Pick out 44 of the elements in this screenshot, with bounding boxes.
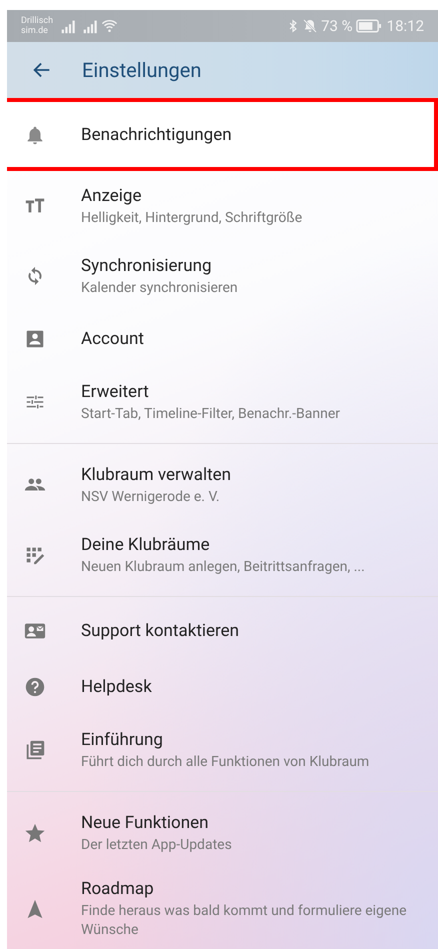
- settings-item[interactable]: Erweitert Start-Tab, Timeline-Filter, Benachr.-Banner: [7, 367, 438, 437]
- item-title: Helpdesk: [81, 676, 152, 698]
- item-title: Neue Funktionen: [81, 812, 210, 834]
- help-icon: [24, 676, 46, 698]
- account-box-icon: [24, 328, 46, 350]
- item-title: Klubraum verwalten: [81, 464, 232, 486]
- item-subtitle: NSV Wernigerode e. V.: [81, 488, 221, 506]
- settings-item[interactable]: Support kontaktieren: [7, 603, 438, 659]
- library-books-icon: [24, 739, 46, 761]
- settings-item[interactable]: Helpdesk: [7, 659, 438, 715]
- muted-bell-icon: [302, 18, 318, 34]
- settings-item[interactable]: Account: [7, 311, 438, 367]
- settings-item[interactable]: Roadmap Finde heraus was bald kommt und formuliere eigene Wünsche: [7, 868, 438, 949]
- settings-item[interactable]: Einführung Führt dich durch alle Funktionen von Klubraum: [7, 715, 438, 785]
- item-subtitle: Der letzten App-Updates: [81, 836, 232, 854]
- item-title: Deine Klubräume: [81, 534, 211, 556]
- item-title: Account: [81, 328, 144, 350]
- item-title: Benachrichtigungen: [81, 124, 232, 146]
- item-subtitle: Helligkeit, Hintergrund, Schriftgröße: [81, 208, 302, 228]
- item-title: Synchronisierung: [81, 254, 213, 276]
- item-subtitle: Start-Tab, Timeline-Filter, Benachr.-Banner: [81, 404, 340, 424]
- item-title: Support kontaktieren: [81, 620, 240, 642]
- settings-item[interactable]: Benachrichtigungen: [7, 98, 438, 171]
- item-title: Roadmap: [81, 878, 155, 900]
- settings-item[interactable]: Synchronisierung Kalender synchronisieren: [7, 241, 438, 311]
- wifi-icon: [101, 18, 118, 34]
- clock-time: 18:12: [386, 16, 424, 37]
- star-icon: [24, 822, 46, 844]
- item-subtitle: Neuen Klubraum anlegen, Beitrittsanfragen, ...: [81, 558, 365, 576]
- page-title: Einstellungen: [82, 56, 202, 84]
- item-title: Einführung: [81, 728, 164, 750]
- carrier-label: Drillisch: [21, 16, 54, 26]
- battery-icon: [356, 18, 382, 34]
- item-subtitle: Führt dich durch alle Funktionen von Klubraum: [81, 752, 370, 772]
- item-title: Erweitert: [81, 380, 150, 402]
- carrier-label: sim.de: [21, 26, 49, 36]
- item-title: Anzeige: [81, 184, 142, 206]
- item-subtitle: Finde heraus was bald kommt und formuliere eigene Wünsche: [81, 902, 408, 940]
- settings-item[interactable]: Neue Funktionen Der letzten App-Updates: [7, 798, 438, 868]
- settings-item[interactable]: Anzeige Helligkeit, Hintergrund, Schriftgröße: [7, 171, 438, 241]
- item-subtitle: Kalender synchronisieren: [81, 278, 238, 298]
- battery-percentage: 73 %: [321, 16, 353, 37]
- settings-item[interactable]: Klubraum verwalten NSV Wernigerode e. V.: [7, 450, 438, 520]
- settings-item[interactable]: Deine Klubräume Neuen Klubraum anlegen, Beitrittsanfragen, ...: [7, 520, 438, 590]
